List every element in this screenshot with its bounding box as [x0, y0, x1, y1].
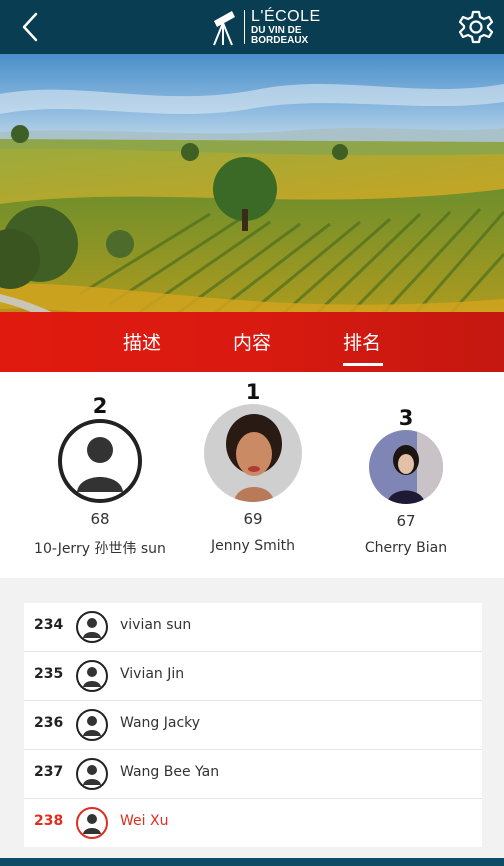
default-avatar-icon — [76, 709, 108, 741]
podium-score: 67 — [396, 512, 416, 530]
bottom-edge-bar — [0, 858, 504, 866]
rank-number: 238 — [34, 813, 64, 829]
podium-name: 10-Jerry 孙世伟 sun — [34, 541, 166, 557]
list-item[interactable]: 234 vivian sun — [24, 603, 482, 652]
podium-name: Jenny Smith — [211, 538, 295, 554]
list-item[interactable]: 236 Wang Jacky — [24, 701, 482, 750]
active-tab-indicator — [343, 363, 383, 366]
list-item[interactable]: 237 Wang Bee Yan — [24, 750, 482, 799]
user-name: Wei Xu — [120, 813, 169, 829]
podium-rank: 1 — [245, 380, 261, 404]
default-avatar-icon — [76, 758, 108, 790]
tab-content[interactable]: 内容 — [233, 328, 271, 355]
podium-top-three: 2 68 10-Jerry 孙世伟 sun 1 69 Jenny Smith 3 — [0, 372, 504, 578]
default-avatar-icon — [76, 611, 108, 643]
user-name: vivian sun — [120, 617, 192, 633]
back-arrow-icon[interactable] — [14, 10, 48, 44]
tab-description[interactable]: 描述 — [123, 328, 161, 355]
list-item[interactable]: 235 Vivian Jin — [24, 652, 482, 701]
rank-number: 236 — [34, 715, 64, 731]
list-item-current-user[interactable]: 238 Wei Xu — [24, 799, 482, 847]
default-avatar-icon — [58, 419, 142, 503]
telescope-icon — [213, 11, 235, 46]
podium-score: 68 — [90, 510, 110, 528]
rank-number: 237 — [34, 764, 64, 780]
podium-score: 69 — [243, 510, 263, 528]
user-name: Wang Bee Yan — [120, 764, 220, 780]
podium-rank: 3 — [398, 406, 414, 430]
podium-rank: 2 — [92, 394, 108, 418]
user-photo-avatar — [204, 404, 302, 502]
settings-gear-icon[interactable] — [458, 9, 494, 45]
app-header: L'ÉCOLE DU VIN DE BORDEAUX — [0, 0, 504, 54]
user-name: Wang Jacky — [120, 715, 201, 731]
rank-number: 234 — [34, 617, 64, 633]
tab-ranking[interactable]: 排名 — [343, 328, 381, 355]
school-logo: L'ÉCOLE DU VIN DE BORDEAUX — [208, 6, 321, 48]
rank-number: 235 — [34, 666, 64, 682]
logo-line-3: BORDEAUX — [251, 34, 309, 46]
default-avatar-icon — [76, 660, 108, 692]
podium-name: Cherry Bian — [364, 540, 448, 556]
podium-first-place[interactable]: 1 69 Jenny Smith — [183, 380, 323, 554]
default-avatar-icon — [76, 807, 108, 839]
ranking-list: 234 vivian sun 235 Vivian Jin 236 Wang J… — [24, 603, 482, 847]
user-photo-avatar — [369, 430, 443, 504]
user-name: Vivian Jin — [120, 666, 185, 682]
podium-third-place[interactable]: 3 67 Cherry Bian — [336, 406, 476, 556]
logo-line-1: L'ÉCOLE — [251, 7, 321, 25]
podium-second-place[interactable]: 2 68 10-Jerry 孙世伟 sun — [30, 394, 170, 558]
tab-bar: 描述 内容 排名 — [0, 312, 504, 372]
logo-line-2: DU VIN DE — [251, 24, 302, 36]
